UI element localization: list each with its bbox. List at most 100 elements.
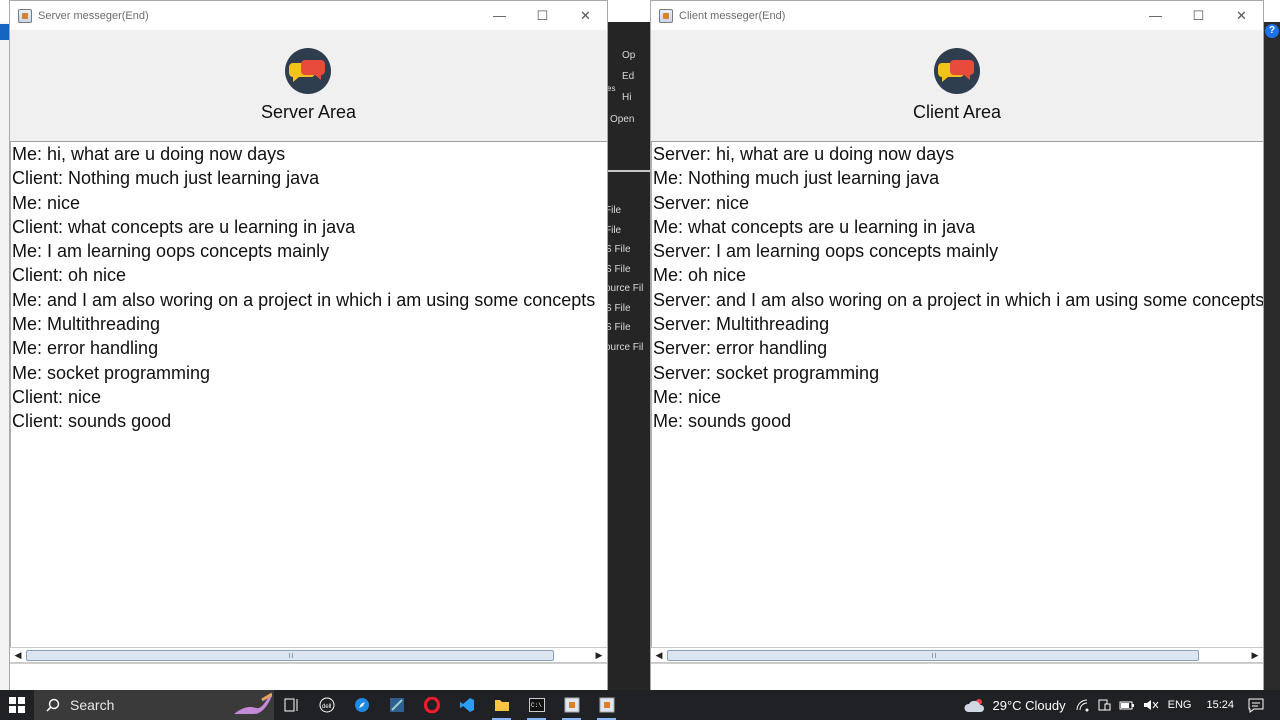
chat-message: Me: hi, what are u doing now days <box>12 144 286 164</box>
file-explorer-icon[interactable] <box>484 690 519 720</box>
chat-message: Server: I am learning oops concepts main… <box>653 241 999 262</box>
chat-message: Client: nice <box>12 386 102 407</box>
cloud-weather-icon <box>963 699 984 712</box>
server-chat-log[interactable]: Me: hi, what are u doing now days Client… <box>10 142 607 647</box>
ide-file-row[interactable]: File <box>608 205 621 216</box>
maximize-button[interactable]: ☐ <box>1177 1 1220 30</box>
background-right-edge <box>1264 22 1280 690</box>
svg-text:C:\: C:\ <box>531 702 542 709</box>
scrollbar-thumb[interactable] <box>667 650 1199 661</box>
chat-message: Me: nice <box>653 386 722 407</box>
chat-bubbles-icon <box>285 48 331 94</box>
maximize-button[interactable]: ☐ <box>521 1 564 30</box>
app-blue-icon[interactable] <box>379 690 414 720</box>
device-icon[interactable] <box>1097 698 1111 712</box>
search-icon <box>46 698 60 712</box>
taskbar-search-box[interactable]: Search <box>34 690 274 720</box>
windows-start-icon[interactable] <box>0 690 34 720</box>
background-ide-panel: Op Ed Hi es Open File File S File S File… <box>608 22 650 690</box>
minimize-button[interactable]: — <box>1134 1 1177 30</box>
client-horizontal-scrollbar[interactable]: ◀ ▶ <box>651 647 1263 663</box>
client-message-input[interactable] <box>651 663 1263 691</box>
ide-side-letters: es <box>608 84 616 93</box>
chat-message: Client: Nothing much just learning java <box>12 168 320 189</box>
wifi-icon[interactable] <box>1075 698 1089 712</box>
speaker-muted-icon[interactable] <box>1143 698 1159 712</box>
chat-message: Client: oh nice <box>12 265 127 286</box>
notifications-icon[interactable] <box>1248 697 1264 713</box>
client-window: Client messeger(End) — ☐ ✕ Client Area S… <box>650 0 1264 691</box>
ide-file-row[interactable]: S File <box>608 322 631 333</box>
java-app-icon <box>659 8 673 23</box>
chat-message: Me: Multithreading <box>12 314 161 335</box>
minimize-button[interactable]: — <box>478 1 521 30</box>
opera-icon[interactable] <box>414 690 449 720</box>
chat-message: Me: Nothing much just learning java <box>653 168 940 189</box>
chat-message: Me: I am learning oops concepts mainly <box>12 241 330 262</box>
ide-item-hi[interactable]: Hi <box>622 92 631 103</box>
battery-icon[interactable] <box>1119 698 1135 712</box>
server-area-title: Server Area <box>260 102 357 122</box>
close-button[interactable]: ✕ <box>1220 1 1263 30</box>
chat-message: Server: error handling <box>653 338 828 359</box>
task-view-icon[interactable] <box>274 690 309 720</box>
chat-message: Server: nice <box>653 192 750 213</box>
safari-compass-icon[interactable] <box>344 690 379 720</box>
ide-item-ed[interactable]: Ed <box>622 71 634 82</box>
chat-message: Server: socket programming <box>653 362 880 383</box>
client-window-title: Client messeger(End) <box>679 9 786 22</box>
system-tray: 29°C Cloudy ENG 15:24 <box>963 690 1280 720</box>
scroll-right-arrow-icon[interactable]: ▶ <box>592 649 606 662</box>
chat-message: Me: socket programming <box>12 362 211 383</box>
server-horizontal-scrollbar[interactable]: ◀ ▶ <box>10 647 607 663</box>
close-button[interactable]: ✕ <box>564 1 607 30</box>
scroll-left-arrow-icon[interactable]: ◀ <box>11 649 25 662</box>
chat-message: Server: and I am also woring on a projec… <box>653 289 1263 310</box>
ide-open-label[interactable]: Open <box>610 114 634 125</box>
ide-file-row[interactable]: ource Fil <box>608 283 643 294</box>
scroll-right-arrow-icon[interactable]: ▶ <box>1248 649 1262 662</box>
language-indicator[interactable]: ENG <box>1168 699 1192 711</box>
dell-icon[interactable]: dell <box>309 690 344 720</box>
taskbar: Search dell C:\ 29°C Cloudy ENG 15:24 <box>0 690 1280 720</box>
java-app-icon <box>18 8 32 23</box>
chat-message: Client: what concepts are u learning in … <box>12 216 356 237</box>
server-window-title: Server messeger(End) <box>38 9 149 22</box>
weather-text[interactable]: 29°C Cloudy <box>993 698 1066 713</box>
chat-message: Client: sounds good <box>12 411 172 432</box>
client-header: Client Area <box>651 30 1263 142</box>
background-left-edge <box>0 22 9 690</box>
java-app-taskbar-icon[interactable] <box>589 690 624 720</box>
ide-file-row[interactable]: ource Fil <box>608 342 643 353</box>
help-icon[interactable]: ? <box>1265 24 1279 38</box>
chat-message: Me: nice <box>12 192 81 213</box>
client-title-bar[interactable]: Client messeger(End) — ☐ ✕ <box>651 1 1263 30</box>
search-placeholder: Search <box>70 697 115 713</box>
ide-file-row[interactable]: File <box>608 225 621 236</box>
chat-message: Me: error handling <box>12 338 159 359</box>
chat-message: Me: oh nice <box>653 265 747 286</box>
ide-file-row[interactable]: S File <box>608 264 631 275</box>
client-area-title: Client Area <box>912 102 1002 122</box>
java-app-taskbar-icon[interactable] <box>554 690 589 720</box>
ide-file-row[interactable]: S File <box>608 303 631 314</box>
chat-message: Me: and I am also woring on a project in… <box>12 289 596 310</box>
brush-illustration-icon <box>234 692 272 714</box>
server-title-bar[interactable]: Server messeger(End) — ☐ ✕ <box>10 1 607 30</box>
vscode-icon[interactable] <box>449 690 484 720</box>
server-header: Server Area <box>10 30 607 142</box>
terminal-icon[interactable]: C:\ <box>519 690 554 720</box>
chat-message: Server: Multithreading <box>653 314 830 335</box>
ide-file-row[interactable]: S File <box>608 244 631 255</box>
clock-time[interactable]: 15:24 <box>1206 699 1234 711</box>
chat-message: Me: what concepts are u learning in java <box>653 216 976 237</box>
scrollbar-thumb[interactable] <box>26 650 554 661</box>
server-message-input[interactable] <box>10 663 607 691</box>
chat-message: Server: hi, what are u doing now days <box>653 144 955 164</box>
ide-item-op[interactable]: Op <box>622 50 635 61</box>
chat-message: Me: sounds good <box>653 411 792 432</box>
server-window: Server messeger(End) — ☐ ✕ Server Area M… <box>9 0 608 691</box>
scroll-left-arrow-icon[interactable]: ◀ <box>652 649 666 662</box>
svg-text:dell: dell <box>322 704 331 710</box>
client-chat-log[interactable]: Server: hi, what are u doing now days Me… <box>651 142 1263 647</box>
